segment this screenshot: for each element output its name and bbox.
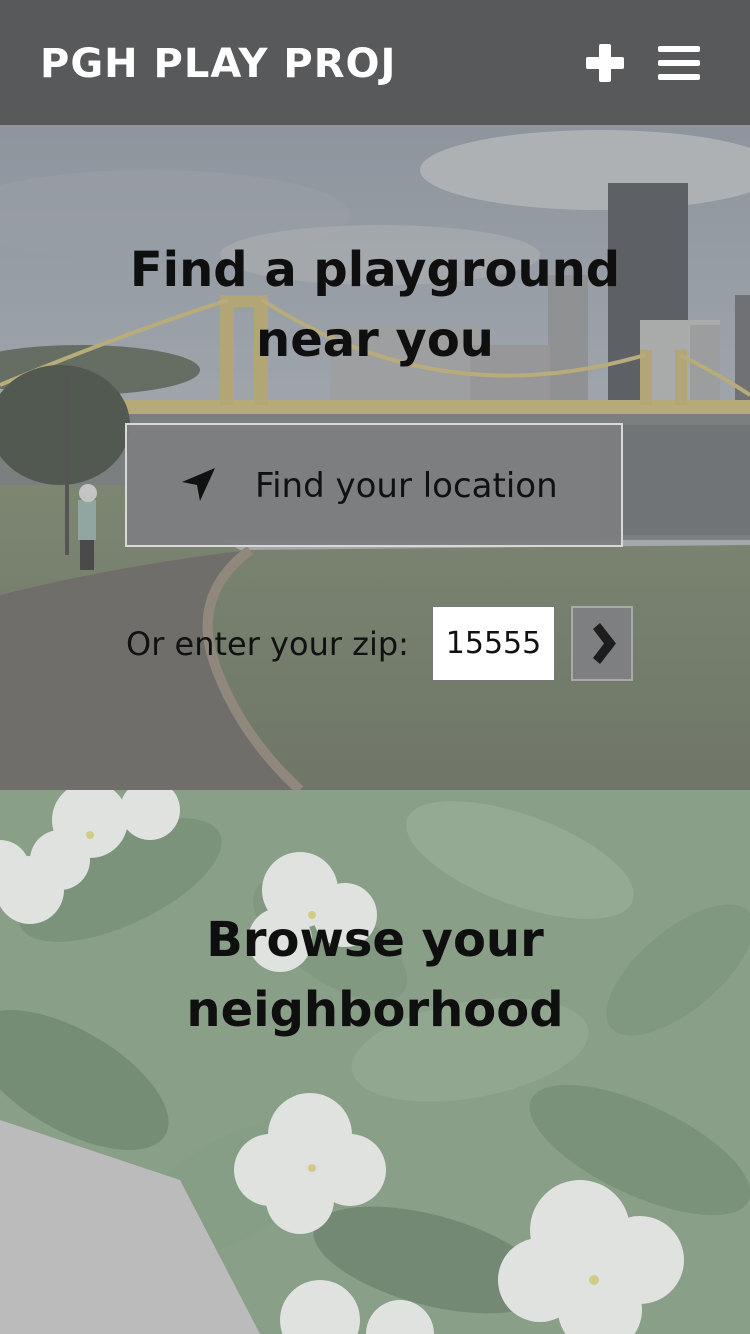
menu-button[interactable] [656, 40, 702, 86]
heading-line-1: Find a playground [129, 242, 621, 298]
browse-dim-overlay [0, 790, 750, 1334]
find-location-button[interactable]: Find your location [125, 423, 623, 547]
browse-neighborhood-heading[interactable]: Browse your neighborhood [75, 905, 675, 1045]
app-brand[interactable]: PGH PLAY PROJ [40, 38, 396, 90]
hamburger-menu-icon [658, 46, 700, 80]
plus-icon [586, 44, 624, 82]
browse-neighborhood-section[interactable]: Browse your neighborhood [0, 790, 750, 1334]
chevron-right-icon [593, 623, 616, 664]
find-playground-section: Find a playground near you Find your loc… [0, 125, 750, 790]
zip-input[interactable] [432, 606, 555, 681]
zip-label: Or enter your zip: [126, 625, 409, 663]
find-location-label: Find your location [255, 466, 558, 506]
find-playground-heading: Find a playground near you [75, 235, 675, 375]
browse-heading-line-2: neighborhood [186, 982, 564, 1038]
browse-heading-line-1: Browse your [206, 912, 544, 968]
heading-line-2: near you [256, 312, 494, 368]
zip-submit-button[interactable] [571, 606, 633, 681]
add-button[interactable] [582, 40, 628, 86]
top-navigation-bar: PGH PLAY PROJ [0, 0, 750, 125]
app-page: PGH PLAY PROJ Find a playground near you… [0, 0, 750, 1334]
location-arrow-icon [182, 468, 215, 501]
